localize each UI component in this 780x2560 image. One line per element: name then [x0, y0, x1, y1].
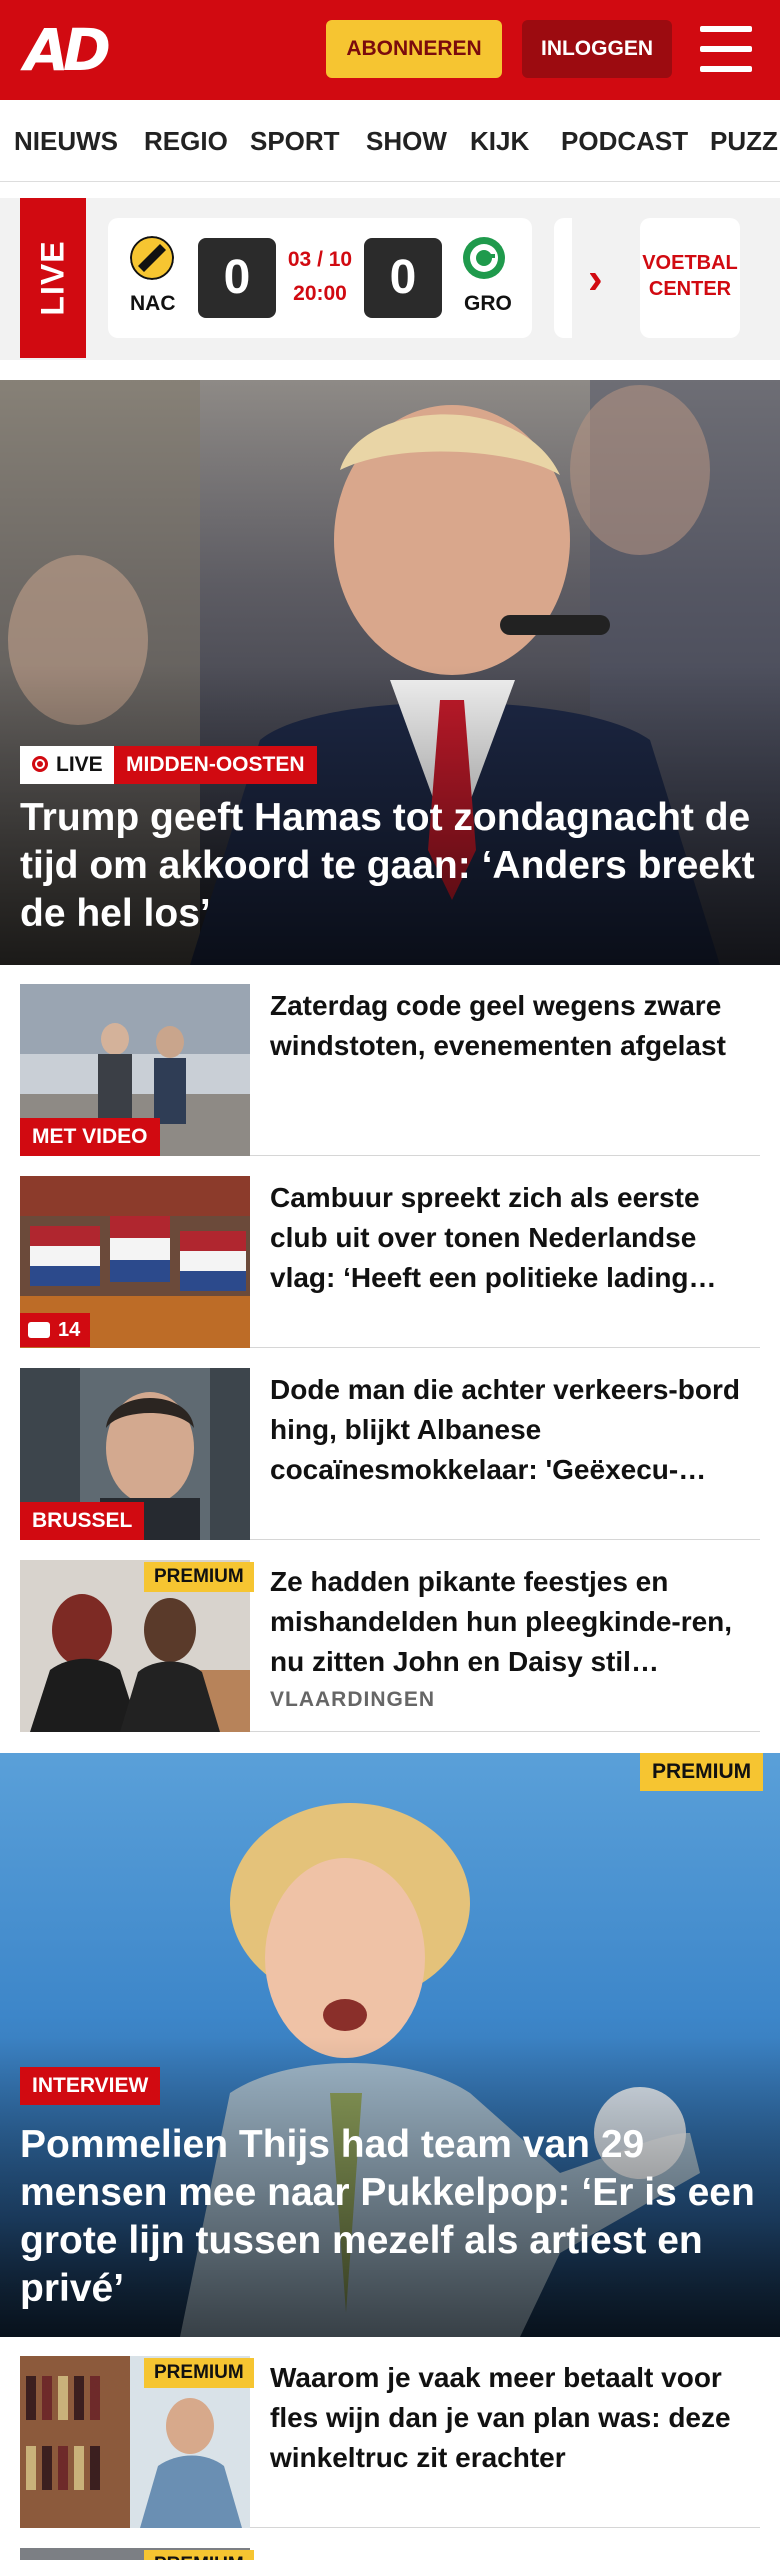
nav-item-podcast[interactable]: PODCAST [561, 126, 688, 157]
list-item[interactable]: 14 Cambuur spreekt zich als eerste club … [20, 1176, 760, 1348]
home-score: 0 [198, 238, 276, 318]
live-dot-icon [32, 756, 48, 772]
match-date: 03 / 10 [287, 248, 353, 271]
live-label: LIVE [34, 240, 71, 316]
list-item[interactable]: PREMIUM [20, 2548, 760, 2560]
list-item[interactable]: PREMIUM Waarom je vaak meer betaalt voor… [20, 2356, 760, 2528]
nav-item-show[interactable]: SHOW [366, 126, 447, 157]
home-team-abbr: NAC [130, 292, 176, 315]
nav-item-nieuws[interactable]: NIEUWS [14, 126, 118, 157]
article-title[interactable]: Zaterdag code geel wegens zware windstot… [270, 986, 760, 1066]
menu-icon[interactable] [700, 26, 752, 72]
premium-badge: PREMIUM [640, 1753, 764, 1791]
nav-item-regio[interactable]: REGIO [144, 126, 228, 157]
hero-title[interactable]: Trump geeft Hamas tot zondagnacht de tij… [20, 794, 760, 938]
live-tag: LIVE [20, 746, 115, 784]
comment-count: 14 [58, 1319, 81, 1341]
login-button[interactable]: INLOGGEN [522, 20, 672, 78]
comment-count-badge[interactable]: 14 [20, 1313, 91, 1347]
hero-article-pommelien[interactable]: PREMIUM INTERVIEW Pommelien Thijs had te… [0, 1753, 780, 2337]
article-location: VLAARDINGEN [270, 1688, 436, 1711]
subscribe-button[interactable]: ABONNEREN [326, 20, 502, 78]
article-title[interactable]: Waarom je vaak meer betaalt voor fles wi… [270, 2358, 760, 2478]
groningen-club-icon [463, 237, 505, 279]
premium-badge: PREMIUM [144, 1562, 254, 1592]
list-item[interactable]: PREMIUM Ze hadden pikante feestjes en mi… [20, 1560, 760, 1732]
nac-club-icon [130, 236, 174, 280]
category-tag: MIDDEN-OOSTEN [114, 746, 317, 784]
ad-logo[interactable]: AD [24, 21, 120, 79]
list-item[interactable]: MET VIDEO Zaterdag code geel wegens zwar… [20, 984, 760, 1156]
top-header: AD ABONNEREN INLOGGEN [0, 0, 780, 100]
match-time: 20:00 [293, 282, 347, 305]
live-score-bar: LIVE NAC 0 03 / 10 20:00 0 GRO › VOETBAL… [0, 198, 780, 360]
nav-item-sport[interactable]: SPORT [250, 126, 340, 157]
list-item[interactable]: BRUSSEL Dode man die achter verkeers-bor… [20, 1368, 760, 1540]
away-team-abbr: GRO [464, 292, 512, 315]
section-nav: NIEUWS REGIO SPORT SHOW KIJK PODCAST PUZ… [0, 100, 780, 182]
chevron-right-icon[interactable]: › [588, 256, 628, 302]
next-match-card-edge[interactable] [554, 218, 572, 338]
article-title[interactable]: Dode man die achter verkeers-bord hing, … [270, 1370, 760, 1490]
match-card[interactable]: NAC 0 03 / 10 20:00 0 GRO [108, 218, 532, 338]
away-score: 0 [364, 238, 442, 318]
nav-item-puzzel[interactable]: PUZZ [710, 126, 778, 157]
live-tag-label: LIVE [56, 753, 103, 776]
category-tag: INTERVIEW [20, 2067, 161, 2105]
hero-title[interactable]: Pommelien Thijs had team van 29 mensen m… [20, 2121, 760, 2313]
comment-icon [28, 1322, 50, 1338]
article-title[interactable]: Ze hadden pikante feestjes en mishandeld… [270, 1562, 760, 1682]
premium-badge: PREMIUM [144, 2358, 254, 2388]
voetbal-center-link[interactable]: VOETBAL CENTER [640, 218, 740, 338]
hero-article-trump[interactable]: LIVE MIDDEN-OOSTEN Trump geeft Hamas tot… [0, 380, 780, 965]
article-title[interactable]: Cambuur spreekt zich als eerste club uit… [270, 1178, 760, 1298]
nav-item-kijk[interactable]: KIJK [470, 126, 529, 157]
live-tab[interactable]: LIVE [20, 198, 86, 358]
premium-badge: PREMIUM [144, 2550, 254, 2560]
location-badge: BRUSSEL [20, 1502, 145, 1540]
voetbal-center-label: VOETBAL CENTER [642, 252, 738, 300]
video-badge: MET VIDEO [20, 1118, 160, 1156]
